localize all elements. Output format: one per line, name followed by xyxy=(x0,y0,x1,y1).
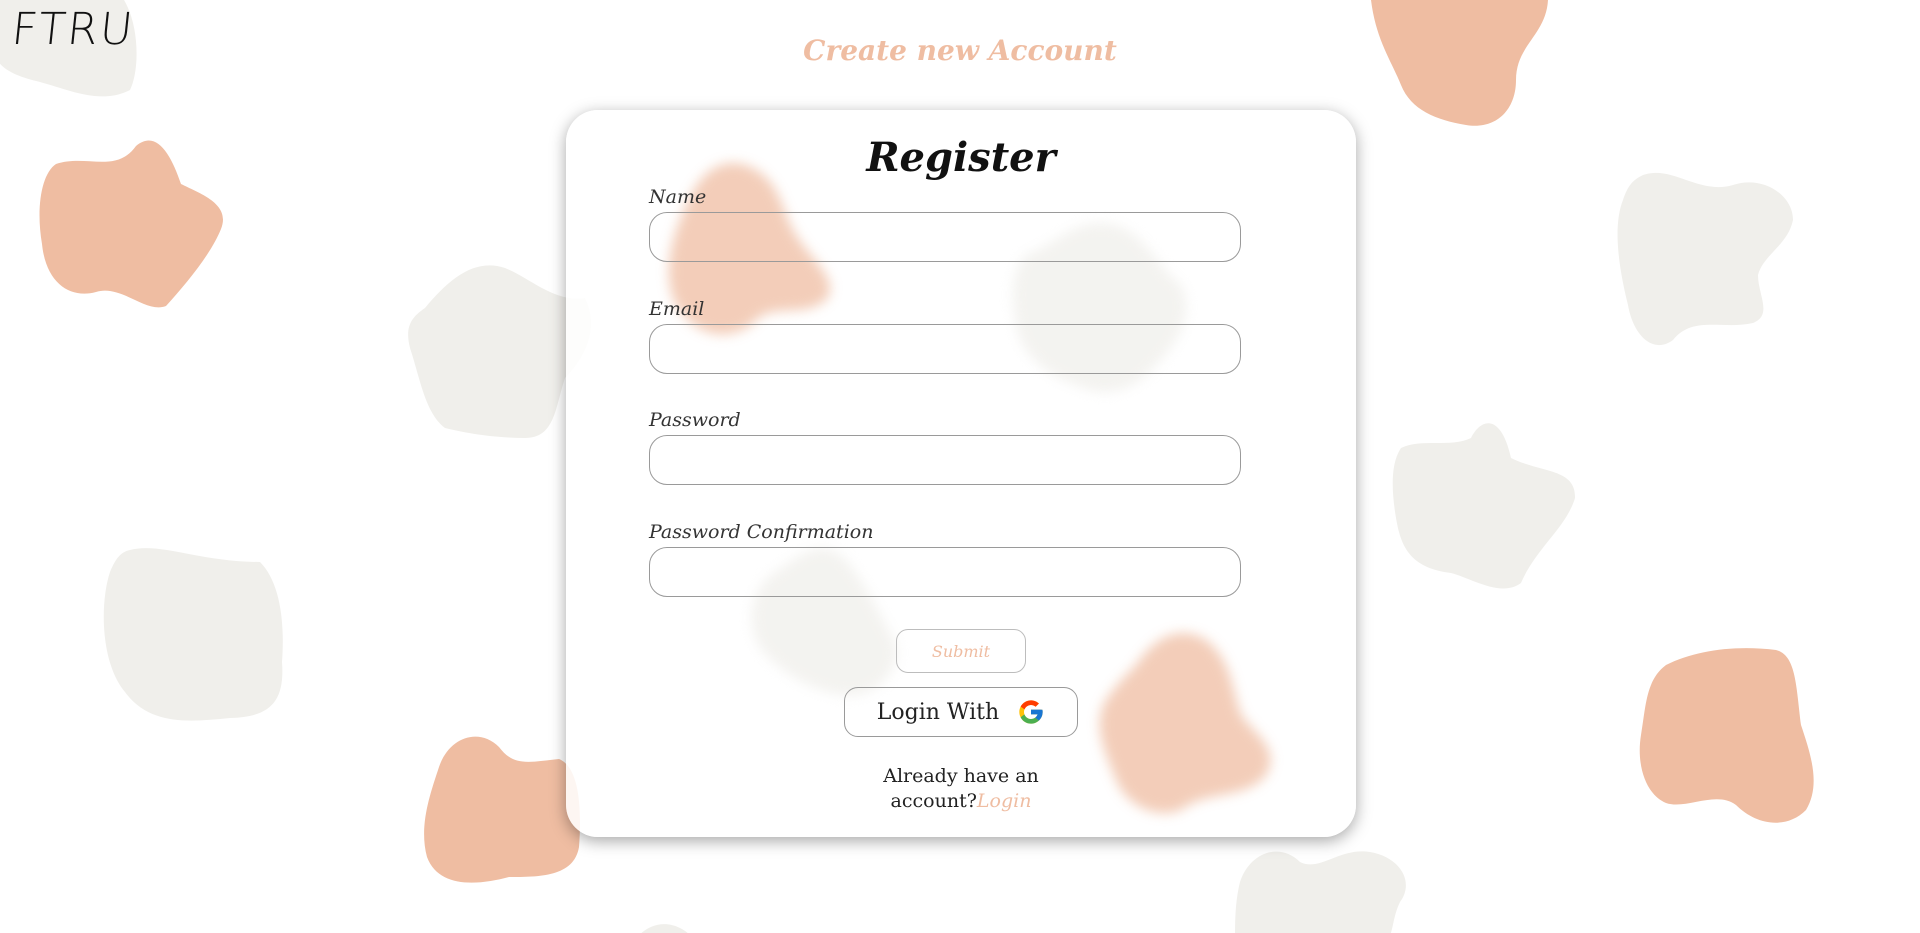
password-label: Password xyxy=(649,409,741,431)
login-with-google-button[interactable]: Login With xyxy=(844,687,1078,737)
page: FTRU Create new Account Register Name Em… xyxy=(0,0,1920,933)
background-blob xyxy=(1613,165,1796,350)
submit-button[interactable]: Submit xyxy=(896,629,1026,673)
login-with-google-label: Login With xyxy=(876,699,1000,725)
email-input[interactable] xyxy=(649,324,1241,374)
background-blob xyxy=(1230,842,1412,933)
email-label: Email xyxy=(649,298,705,320)
password-confirmation-label: Password Confirmation xyxy=(649,521,874,543)
background-blob xyxy=(419,727,582,887)
background-blob xyxy=(100,542,286,726)
login-prompt: Already have an account?Login xyxy=(846,764,1076,814)
background-blob xyxy=(36,134,228,312)
background-blob xyxy=(620,918,700,933)
login-link[interactable]: Login xyxy=(977,790,1032,812)
background-blob xyxy=(1636,645,1817,827)
password-confirmation-input[interactable] xyxy=(649,547,1241,597)
form-heading: Register xyxy=(866,134,1056,181)
register-form: Register Name Email Password Password Co… xyxy=(566,110,1356,837)
background-blob xyxy=(1391,418,1577,594)
name-label: Name xyxy=(649,186,707,208)
register-card: Register Name Email Password Password Co… xyxy=(566,110,1356,837)
page-title: Create new Account xyxy=(803,34,1117,67)
google-g-icon xyxy=(1017,698,1045,726)
password-input[interactable] xyxy=(649,435,1241,485)
name-input[interactable] xyxy=(649,212,1241,262)
